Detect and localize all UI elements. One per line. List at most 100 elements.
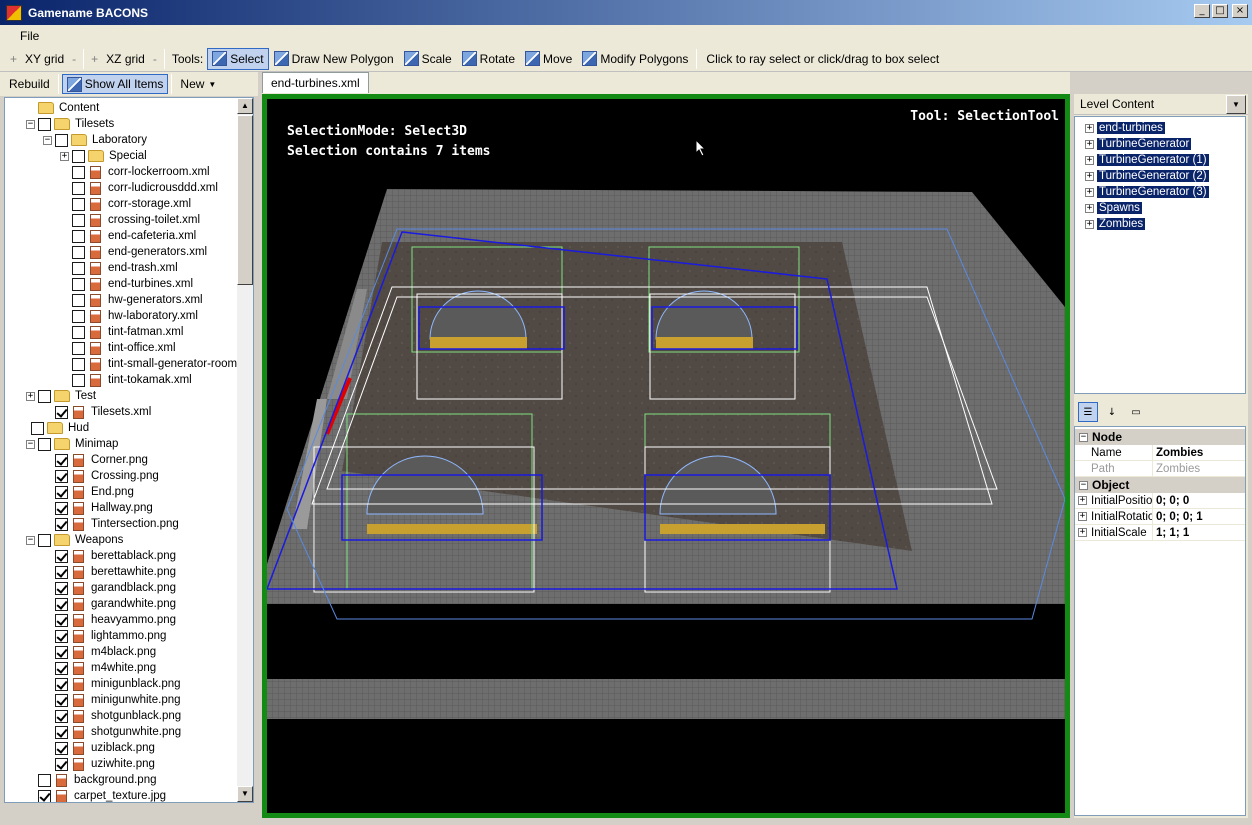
tree-item-file[interactable]: Hallway.png bbox=[43, 500, 155, 516]
tree-item-file[interactable]: end-cafeteria.xml bbox=[60, 228, 198, 244]
tree-item-weapons[interactable]: − Weapons bbox=[26, 532, 125, 548]
tree-scrollbar[interactable]: ▲ ▼ bbox=[237, 98, 253, 802]
checkbox-checked[interactable] bbox=[55, 469, 68, 483]
menu-file[interactable]: File bbox=[0, 29, 53, 43]
checkbox[interactable] bbox=[38, 117, 51, 131]
categorized-view-button[interactable]: ☰ bbox=[1078, 402, 1098, 422]
tree-item-file[interactable]: tint-fatman.xml bbox=[60, 324, 185, 340]
tree-item-file[interactable]: Crossing.png bbox=[43, 468, 161, 484]
checkbox[interactable] bbox=[55, 133, 68, 147]
checkbox-checked[interactable] bbox=[55, 549, 68, 563]
show-all-items-button[interactable]: Show All Items bbox=[61, 74, 169, 94]
tree-item-file[interactable]: carpet_texture.jpg bbox=[26, 788, 168, 802]
draw-polygon-tool-button[interactable]: Draw New Polygon bbox=[269, 48, 399, 70]
checkbox-checked[interactable] bbox=[55, 581, 68, 595]
tree-item-file[interactable]: corr-storage.xml bbox=[60, 196, 193, 212]
checkbox[interactable] bbox=[72, 373, 85, 387]
checkbox[interactable] bbox=[38, 437, 51, 451]
level-content-item[interactable]: + TurbineGenerator (2) bbox=[1085, 168, 1209, 184]
property-grid[interactable]: − Node Name Zombies Path Zombies − Objec… bbox=[1074, 426, 1246, 816]
category-object[interactable]: − Object bbox=[1075, 477, 1245, 493]
property-path-row[interactable]: Path Zombies bbox=[1075, 460, 1245, 477]
property-name-row[interactable]: Name Zombies bbox=[1075, 444, 1245, 461]
scale-tool-button[interactable]: Scale bbox=[399, 48, 457, 70]
3d-viewport[interactable]: Tool: SelectionTool SelectionMode: Selec… bbox=[267, 99, 1065, 813]
level-content-tree[interactable]: + end-turbines + TurbineGenerator + TurbineGe… bbox=[1074, 116, 1246, 394]
tree-item-hud[interactable]: Hud bbox=[19, 420, 91, 436]
tree-item-file[interactable]: Tintersection.png bbox=[43, 516, 181, 532]
expand-icon[interactable]: + bbox=[1085, 203, 1094, 213]
checkbox[interactable] bbox=[72, 309, 85, 323]
tree-item-file[interactable]: garandwhite.png bbox=[43, 596, 178, 612]
checkbox-checked[interactable] bbox=[55, 757, 68, 771]
expand-icon[interactable]: + bbox=[1085, 187, 1094, 197]
maximize-button[interactable]: □ bbox=[1212, 4, 1228, 18]
tree-item-file[interactable]: berettawhite.png bbox=[43, 564, 178, 580]
checkbox[interactable] bbox=[72, 197, 85, 211]
tree-item-file[interactable]: berettablack.png bbox=[43, 548, 178, 564]
tree-item-file[interactable]: minigunwhite.png bbox=[43, 692, 183, 708]
scroll-thumb[interactable] bbox=[237, 115, 253, 285]
tree-item-test[interactable]: + Test bbox=[26, 388, 98, 404]
tree-item-file[interactable]: shotgunblack.png bbox=[43, 708, 183, 724]
tree-item-file[interactable]: background.png bbox=[26, 772, 158, 788]
checkbox-checked[interactable] bbox=[55, 501, 68, 515]
tree-item-file[interactable]: Corner.png bbox=[43, 452, 150, 468]
checkbox-checked[interactable] bbox=[55, 565, 68, 579]
expand-icon[interactable]: + bbox=[1085, 155, 1094, 165]
checkbox[interactable] bbox=[72, 341, 85, 355]
checkbox-checked[interactable] bbox=[55, 709, 68, 723]
property-initial-rotation-value[interactable]: 0; 0; 0; 1 bbox=[1153, 511, 1203, 523]
tree-item-file[interactable]: minigunblack.png bbox=[43, 676, 183, 692]
collapse-icon[interactable]: − bbox=[43, 135, 52, 145]
minimize-button[interactable]: _ bbox=[1194, 4, 1210, 18]
tree-item-file[interactable]: m4white.png bbox=[43, 660, 158, 676]
alphabetical-view-button[interactable]: ↓ bbox=[1102, 402, 1122, 422]
checkbox[interactable] bbox=[72, 261, 85, 275]
collapse-icon[interactable]: − bbox=[26, 535, 35, 545]
expand-icon[interactable]: + bbox=[60, 151, 69, 161]
tree-item-file[interactable]: lightammo.png bbox=[43, 628, 168, 644]
tree-item-file[interactable]: hw-laboratory.xml bbox=[60, 308, 200, 324]
checkbox[interactable] bbox=[72, 181, 85, 195]
checkbox[interactable] bbox=[31, 421, 44, 435]
checkbox-checked[interactable] bbox=[55, 517, 68, 531]
scroll-up-button[interactable]: ▲ bbox=[237, 98, 253, 114]
tree-item-file[interactable]: shotgunwhite.png bbox=[43, 724, 183, 740]
level-content-item[interactable]: + Spawns bbox=[1085, 200, 1142, 216]
checkbox-checked[interactable] bbox=[55, 629, 68, 643]
expand-icon[interactable]: + bbox=[1078, 512, 1087, 521]
checkbox[interactable] bbox=[72, 357, 85, 371]
checkbox-checked[interactable] bbox=[55, 661, 68, 675]
expand-icon[interactable]: + bbox=[1085, 139, 1094, 149]
level-content-item[interactable]: + TurbineGenerator bbox=[1085, 136, 1192, 152]
tree-item-laboratory[interactable]: − Laboratory bbox=[43, 132, 149, 148]
scroll-down-button[interactable]: ▼ bbox=[237, 786, 253, 802]
move-tool-button[interactable]: Move bbox=[520, 48, 577, 70]
property-initial-rotation-row[interactable]: + InitialRotatio 0; 0; 0; 1 bbox=[1075, 508, 1245, 525]
checkbox-checked[interactable] bbox=[55, 693, 68, 707]
tree-item-minimap[interactable]: − Minimap bbox=[26, 436, 120, 452]
select-tool-button[interactable]: Select bbox=[207, 47, 269, 70]
tree-item-file[interactable]: tint-office.xml bbox=[60, 340, 178, 356]
checkbox-checked[interactable] bbox=[55, 741, 68, 755]
tree-item-file[interactable]: end-generators.xml bbox=[60, 244, 209, 260]
collapse-icon[interactable]: − bbox=[26, 439, 35, 449]
expand-icon[interactable]: + bbox=[1085, 171, 1094, 181]
level-content-item[interactable]: + TurbineGenerator (3) bbox=[1085, 184, 1209, 200]
xz-grid-decrease-button[interactable]: - bbox=[149, 52, 161, 66]
tree-item-file[interactable]: End.png bbox=[43, 484, 136, 500]
checkbox-checked[interactable] bbox=[38, 789, 51, 802]
expand-icon[interactable]: + bbox=[1078, 528, 1087, 537]
tree-item-file[interactable]: m4black.png bbox=[43, 644, 158, 660]
tree-item-file[interactable]: end-trash.xml bbox=[60, 260, 180, 276]
expand-icon[interactable]: + bbox=[1085, 123, 1094, 133]
checkbox-checked[interactable] bbox=[55, 405, 68, 419]
tree-item-file[interactable]: heavyammo.png bbox=[43, 612, 178, 628]
expand-icon[interactable]: + bbox=[1078, 496, 1087, 505]
tree-item-file[interactable]: tint-tokamak.xml bbox=[60, 372, 194, 388]
tree-item-file[interactable]: end-turbines.xml bbox=[60, 276, 195, 292]
level-content-dropdown-button[interactable]: ▼ bbox=[1226, 95, 1246, 114]
expand-icon[interactable]: + bbox=[1085, 219, 1094, 229]
tree-item-tilesets[interactable]: − Tilesets bbox=[26, 116, 116, 132]
